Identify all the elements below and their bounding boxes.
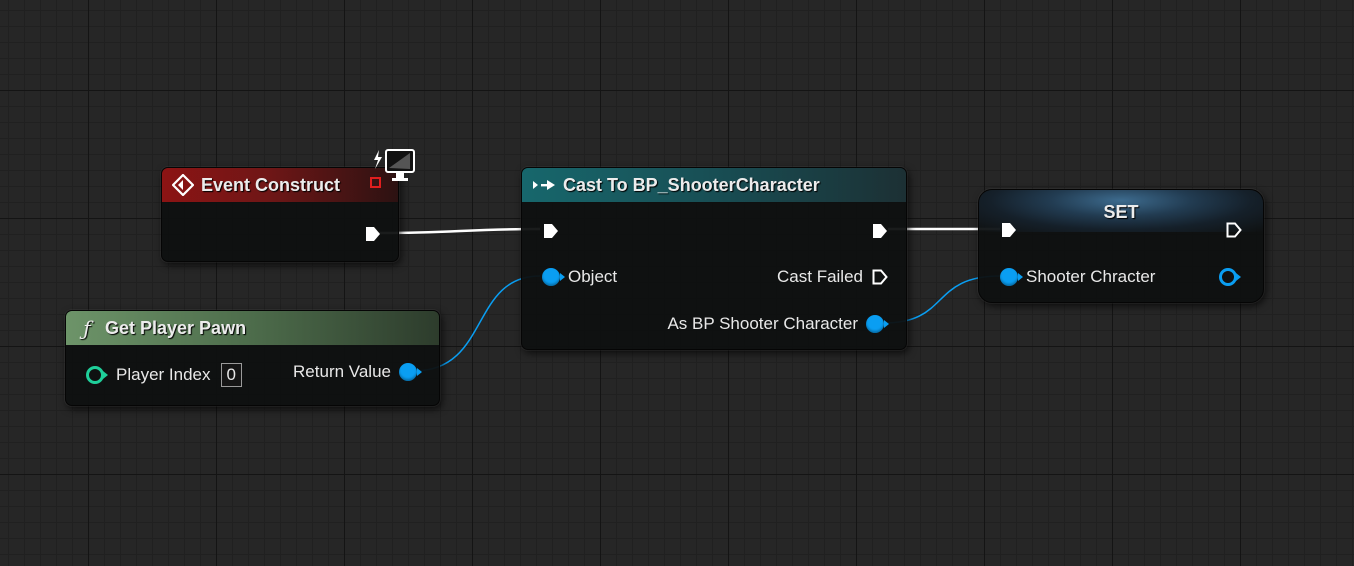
return-value-pin[interactable] — [399, 363, 422, 381]
get-player-pawn-title: Get Player Pawn — [105, 317, 247, 338]
event-construct-title: Event Construct — [201, 174, 341, 195]
player-index-label: Player Index — [116, 365, 211, 384]
set-header[interactable]: SET — [979, 190, 1263, 232]
event-diamond-icon — [172, 174, 194, 196]
event-construct-node[interactable]: Event Construct — [161, 149, 415, 262]
set-var-row: Shooter Chracter — [1000, 265, 1163, 289]
cast-object-row: Object — [542, 265, 625, 289]
set-title: SET — [1103, 202, 1139, 222]
set-exec-in-row — [1000, 218, 1018, 242]
cast-to-node[interactable]: Cast To BP_ShooterCharacter Object Cast … — [521, 167, 907, 350]
cast-failed-label: Cast Failed — [777, 267, 863, 286]
shooter-character-label: Shooter Chracter — [1026, 267, 1156, 286]
event-construct-header[interactable]: Event Construct — [162, 168, 398, 202]
player-index-input[interactable]: 0 — [220, 363, 242, 387]
cast-to-title: Cast To BP_ShooterCharacter — [563, 174, 820, 195]
cast-failed-row: Cast Failed — [769, 265, 889, 289]
exec-in-pin[interactable] — [1000, 221, 1018, 239]
event-exec-out-row — [364, 222, 382, 246]
get-player-pawn-header[interactable]: ƒ Get Player Pawn — [66, 311, 439, 345]
get-player-pawn-node[interactable]: ƒ Get Player Pawn Player Index 0 Return … — [65, 310, 440, 406]
set-node[interactable]: SET Shooter Chracter — [978, 189, 1264, 303]
object-label: Object — [568, 267, 618, 286]
cast-arrows-icon — [532, 178, 556, 192]
cast-failed-exec-pin[interactable] — [871, 268, 889, 286]
cast-exec-out-row — [871, 219, 889, 243]
function-f-icon: ƒ — [83, 316, 91, 340]
cast-to-header[interactable]: Cast To BP_ShooterCharacter — [522, 168, 906, 202]
player-index-row: Player Index 0 — [86, 363, 242, 387]
client-monitor-icon — [372, 148, 418, 191]
exec-out-pin[interactable] — [364, 225, 382, 243]
set-exec-out-row — [1225, 218, 1243, 242]
return-value-label: Return Value — [293, 362, 391, 381]
shooter-character-out-pin[interactable] — [1219, 268, 1241, 286]
as-character-row: As BP Shooter Character — [659, 312, 889, 336]
as-character-out-pin[interactable] — [866, 315, 889, 333]
exec-out-pin[interactable] — [871, 222, 889, 240]
object-in-pin[interactable] — [542, 268, 565, 286]
cast-exec-in-row — [542, 219, 560, 243]
return-value-row: Return Value — [285, 360, 422, 384]
exec-in-pin[interactable] — [542, 222, 560, 240]
exec-wire-event-to-cast — [377, 227, 541, 235]
as-character-label: As BP Shooter Character — [667, 314, 858, 333]
set-var-out-row — [1219, 265, 1241, 289]
shooter-character-in-pin[interactable] — [1000, 268, 1023, 286]
exec-out-pin[interactable] — [1225, 221, 1243, 239]
player-index-pin[interactable] — [86, 366, 108, 384]
